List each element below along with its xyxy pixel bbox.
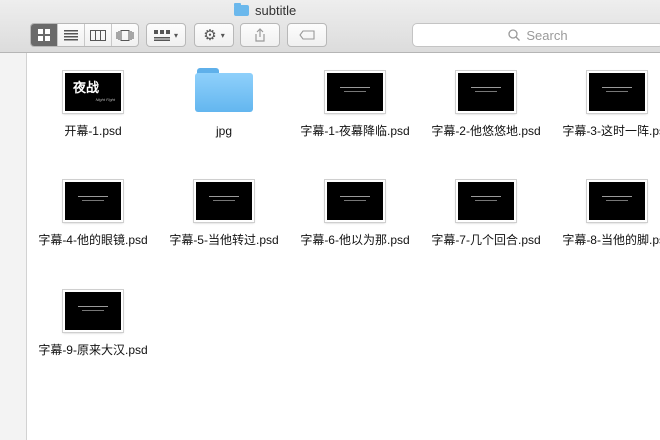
thumbnail-title: 夜战 [73,81,100,96]
gear-icon: ⚙ [203,26,217,44]
folder-icon [234,3,249,16]
file-name: 字幕-4-他的眼镜.psd [38,233,148,247]
view-mode-segmented [30,23,139,47]
toolbar: subtitle ▾ ⚙ ▾ Search [0,0,660,53]
file-name: 字幕-7-几个回合.psd [431,233,541,247]
file-item[interactable]: 字幕-6-他以为那.psd [296,180,414,248]
columns-icon [90,29,106,41]
folder-icon [195,68,253,112]
file-name: jpg [215,124,232,138]
file-item[interactable]: 字幕-3-这时一阵.psd [558,71,660,139]
list-view-button[interactable] [58,24,85,46]
search-field[interactable]: Search [412,23,660,47]
window-title-text: subtitle [255,3,297,18]
folder-item[interactable]: jpg [165,68,283,139]
file-item[interactable]: 字幕-1-夜幕降临.psd [296,71,414,139]
psd-thumbnail [63,180,123,222]
file-item[interactable]: 字幕-5-当他转过.psd [165,180,283,248]
file-grid: 夜战 Night Fight 开幕-1.psd jpg 字幕-1-夜幕降临.ps… [26,53,660,440]
psd-thumbnail: 夜战 Night Fight [63,71,123,113]
psd-thumbnail [194,180,254,222]
psd-thumbnail [587,180,647,222]
psd-thumbnail [456,71,516,113]
chevron-down-icon: ▾ [220,30,225,40]
column-view-button[interactable] [85,24,112,46]
tags-button[interactable] [287,23,327,47]
file-item[interactable]: 字幕-9-原来大汉.psd [34,290,152,358]
file-item[interactable]: 字幕-7-几个回合.psd [427,180,545,248]
file-item[interactable]: 字幕-4-他的眼镜.psd [34,180,152,248]
psd-thumbnail [325,71,385,113]
file-name: 开幕-1.psd [64,124,122,138]
arrange-button[interactable]: ▾ [146,23,186,47]
sidebar [0,53,27,440]
file-name: 字幕-1-夜幕降临.psd [300,124,410,138]
chevron-down-icon: ▾ [173,30,178,40]
arrange-grid-icon [153,29,170,41]
file-item[interactable]: 夜战 Night Fight 开幕-1.psd [34,71,152,139]
search-placeholder: Search [526,27,568,43]
grid-icon [38,29,50,41]
psd-thumbnail [63,290,123,332]
window-title: subtitle [234,3,296,18]
share-icon [255,28,265,42]
cover-flow-view-button[interactable] [112,24,138,46]
file-name: 字幕-9-原来大汉.psd [38,343,148,357]
list-icon [64,29,78,40]
psd-thumbnail [587,71,647,113]
tag-icon [299,30,315,40]
action-button[interactable]: ⚙ ▾ [194,23,234,47]
icon-view-button[interactable] [31,24,58,46]
psd-thumbnail [456,180,516,222]
file-item[interactable]: 字幕-8-当他的脚.psd [558,180,660,248]
file-name: 字幕-2-他悠悠地.psd [431,124,541,138]
search-icon [508,29,521,41]
cover-flow-icon [116,29,134,41]
file-item[interactable]: 字幕-2-他悠悠地.psd [427,71,545,139]
thumbnail-subtitle: Night Fight [95,97,115,102]
file-name: 字幕-6-他以为那.psd [300,233,410,247]
psd-thumbnail [325,180,385,222]
file-name: 字幕-5-当他转过.psd [169,233,279,247]
file-name: 字幕-8-当他的脚.psd [562,233,660,247]
file-name: 字幕-3-这时一阵.psd [562,124,660,138]
share-button[interactable] [240,23,280,47]
